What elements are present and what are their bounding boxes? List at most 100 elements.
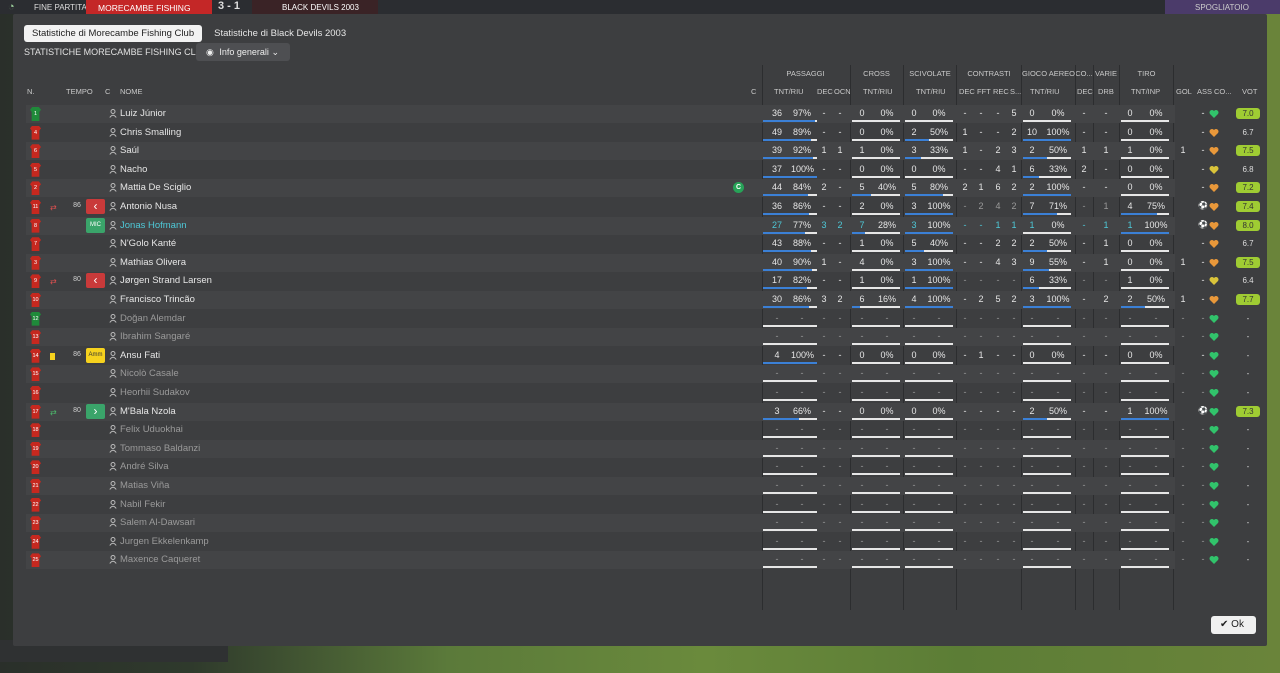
condition-heart-icon [1209,109,1219,119]
player-name[interactable]: Ansu Fati [120,350,160,361]
tab-away-stats[interactable]: Statistiche di Black Devils 2003 [206,25,354,42]
home-icon[interactable]: ◔ [8,1,22,13]
player-name[interactable]: N'Golo Kanté [120,238,176,249]
table-row[interactable]: 20 André Silva - - - - - - - - - - - - - - - - - - - - - [26,458,1249,476]
col-co-dec[interactable]: DEC [1077,87,1093,96]
col-cross-tnt[interactable]: TNT/RIU [863,87,893,96]
player-name[interactable]: Jørgen Strand Larsen [120,275,212,286]
col-s[interactable]: S... [1010,87,1021,96]
table-row[interactable]: 11 ⇄ 86 ‹ Antonio Nusa 36 86% - -2 0% 3 100% -2 4 2 7 71… [26,198,1260,216]
stat-bar [852,157,900,160]
table-row[interactable]: 9 ⇄ 80 ‹ Jørgen Strand Larsen 17 82% - -1 0% 1 100%… [26,272,1254,290]
table-row[interactable]: 19 Tommaso Baldanzi - - - - - - - - - - - - - - - - - - - - - [26,439,1249,458]
player-name[interactable]: Nabil Fekir [120,499,165,510]
stat-cell: - [1104,517,1108,528]
player-name[interactable]: Maxence Caqueret [120,554,200,565]
table-row[interactable]: 1 Luiz Júnior 36 97% - -0 0% 0 0% - - -5 0 0% - -0 0% -7.… [26,105,1260,123]
stat-cell: - [979,498,983,509]
player-name[interactable]: Saúl [120,145,139,156]
col-pass-tnt[interactable]: TNT/RIU [774,87,804,96]
person-icon [109,388,117,397]
table-row[interactable]: 12 Doğan Alemdar - - - - - - - - - - - - - - - - - - - - - [26,310,1249,328]
player-name[interactable]: Doğan Alemdar [120,313,185,324]
table-row[interactable]: 18 Felix Uduokhai - - - - - - - - - - - - - - - - - - - - - [26,421,1249,439]
player-name[interactable]: Nacho [120,164,147,175]
player-name[interactable]: André Silva [120,461,169,472]
player-name[interactable]: Matias Viña [120,480,169,491]
player-name[interactable]: Tommaso Baldanzi [120,443,200,454]
player-name[interactable]: Ibrahim Sangaré [120,331,190,342]
table-row[interactable]: 24 Jurgen Ekkelenkamp - - - - - - - - - - - - - - - - - - - -… [26,533,1249,551]
col-drb[interactable]: DRB [1098,87,1114,96]
col-gol[interactable]: GOL [1176,87,1192,96]
table-row[interactable]: 13 Ibrahim Sangaré - - - - - - - - - - - - - - - - - - - - - [26,328,1249,347]
player-name[interactable]: Chris Smalling [120,127,181,138]
table-row[interactable]: 3 Mathias Olivera 40 90% 1-4 0% 3 100% - -4 3 9 55% -… [26,253,1260,272]
table-row[interactable]: 2 Mattia De Sciglio C 44 84% 2-5 40% 5 80% 2 1 6 2 2 1… [26,179,1260,198]
col-cont-dec[interactable]: DEC [959,87,975,96]
table-row[interactable]: 10 Francisco Trincão 30 86% 3 2 6 16% 4 100% -2 5 2 3… [26,291,1260,309]
stat-cell: - [979,108,983,118]
col-dec[interactable]: DEC [817,87,833,96]
stat-cell: - [996,126,1000,137]
col-vot[interactable]: VOT [1242,87,1257,96]
dressing-room-button[interactable]: SPOGLIATOIO [1165,0,1280,14]
table-row[interactable]: 7 N'Golo Kanté 43 88% - -1 0% 5 40% - -2 2 2 50% -1 0 0%… [26,235,1254,253]
table-row[interactable]: 23 Salem Al-Dawsari - - - - - - - - - - - - - - - - - - - - - [26,514,1249,533]
player-name[interactable]: M'Bala Nzola [120,406,176,417]
rating: 7.4 [1236,201,1260,212]
player-name[interactable]: Francisco Trincão [120,294,195,305]
stat-cell: 2 [1029,405,1035,416]
player-name[interactable]: Felix Uduokhai [120,424,183,435]
stat-cell: 0% [1149,126,1163,137]
stat-cell: - [996,275,1000,286]
stat-bar [1023,566,1071,569]
stat-cell: 0% [1149,182,1163,193]
stat-cell: - [822,461,826,472]
player-name[interactable]: Antonio Nusa [120,201,177,212]
table-row[interactable]: 25 Maxence Caqueret - - - - - - - - - - - - - - - - - - - - - [26,551,1249,570]
table-row[interactable]: 15 Nicolò Casale - - - - - - - - - - - - - - - - - - - - - [26,365,1249,384]
col-aereo-tnt[interactable]: TNT/RIU [1030,87,1060,96]
col-fft[interactable]: FFT [977,87,991,96]
col-nome[interactable]: NOME [120,87,143,96]
stat-bar [763,417,817,420]
table-row[interactable]: 21 Matias Viña - - - - - - - - - - - - - - - - - - - - - [26,477,1249,495]
col-sciv-tnt[interactable]: TNT/RIU [916,87,946,96]
stat-cell: - [1104,535,1108,546]
col-cond[interactable]: CO... [1214,87,1232,96]
player-name[interactable]: Jurgen Ekkelenkamp [120,536,209,547]
player-name[interactable]: Mathias Olivera [120,257,186,268]
player-name[interactable]: Jonas Hofmann [120,220,187,231]
table-row[interactable]: 17 ⇄ 80 › M'Bala Nzola 3 66% - -0 0% 0 0% - - - -2 50% - -… [26,402,1260,421]
table-row[interactable]: 14 86 Amm Ansu Fati 4 100% - -0 0% 0 0% -1- -0 0% - -0 0… [26,347,1249,365]
player-name[interactable]: Luiz Júnior [120,108,166,119]
col-c[interactable]: C [105,87,110,96]
team-tabs: Statistiche di Morecambe Fishing Club St… [24,25,354,42]
player-name[interactable]: Heorhii Sudakov [120,387,190,398]
player-name[interactable]: Mattia De Sciglio [120,182,191,193]
table-row[interactable]: 22 Nabil Fekir - - - - - - - - - - - - - - - - - - - - - [26,496,1249,514]
table-row[interactable]: 4 Chris Smalling 49 89% - -0 0% 2 50% 1- -2 10 100% -… [26,124,1254,142]
col-tiro-tnt[interactable]: TNT/INP [1131,87,1160,96]
table-row[interactable]: 5 Nacho 37 100% - -0 0% 0 0% - -4 1 6 33% 2-0 0% -6.8 [26,161,1254,179]
col-ass[interactable]: ASS [1197,87,1212,96]
col-rec[interactable]: REC [993,87,1009,96]
stat-bar [763,473,817,476]
view-dropdown[interactable]: ◉ Info generali ⌄ [196,43,290,61]
col-n[interactable]: N. [27,87,35,96]
player-name[interactable]: Nicolò Casale [120,368,179,379]
col-c2[interactable]: C [751,87,756,96]
tab-home-stats[interactable]: Statistiche di Morecambe Fishing Club [24,25,203,42]
col-ocn[interactable]: OCN [834,87,851,96]
rating: - [1246,462,1250,472]
table-row[interactable]: 6 Saúl 39 92% 1 1 1 0% 3 33% 1-2 3 2 50% 1 1 1 0% 1-7.5 [26,142,1260,161]
group-cross: CROSS [863,69,890,78]
stat-bar [1023,436,1071,439]
stat-cell: 0 [911,405,917,416]
ok-button[interactable]: ✔ Ok [1211,616,1256,634]
table-row[interactable]: 8 MIC Jonas Hofmann 27 77% 3 2 7 28% 3 100% - -1 1 1 0%… [26,216,1260,235]
table-row[interactable]: 16 Heorhii Sudakov - - - - - - - - - - - - - - - - - - - - - [26,384,1249,402]
player-name[interactable]: Salem Al-Dawsari [120,517,195,528]
col-tempo[interactable]: TEMPO [66,87,93,96]
